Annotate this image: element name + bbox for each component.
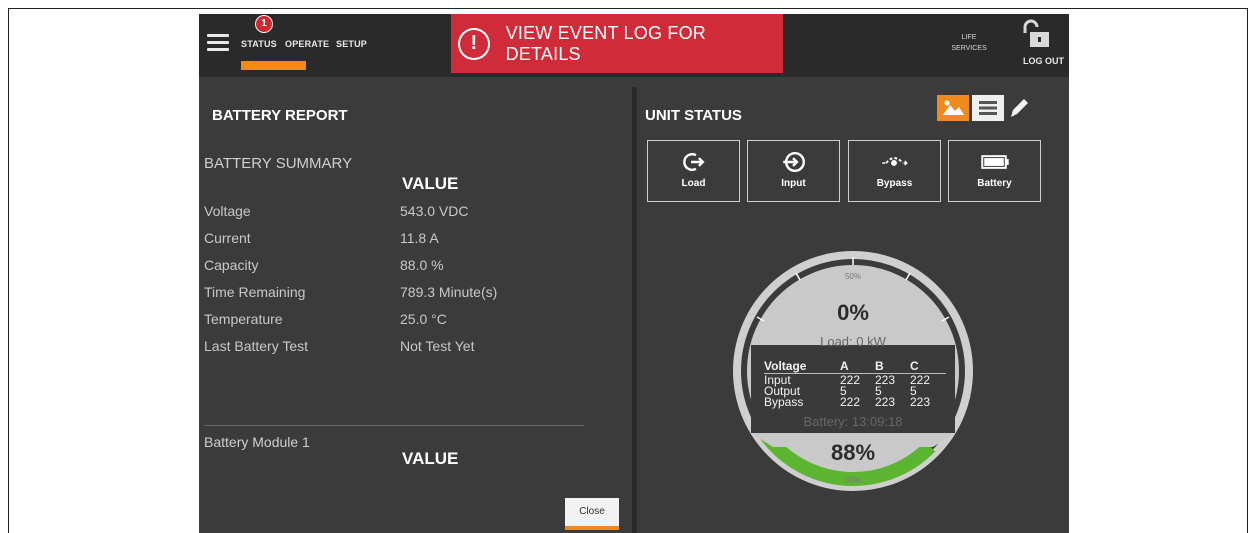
battery-button[interactable]: Battery bbox=[948, 140, 1041, 202]
status-alert-badge: 1 bbox=[255, 15, 273, 33]
row-label-temperature: Temperature bbox=[204, 311, 283, 327]
header-b: B bbox=[875, 359, 884, 373]
unit-status-panel: UNIT STATUS Load Input Bypass Battery 50… bbox=[637, 87, 1069, 533]
frame-border-right bbox=[1247, 8, 1248, 533]
unit-status-title: UNIT STATUS bbox=[645, 107, 742, 124]
value-header: VALUE bbox=[402, 174, 459, 193]
load-percent: 0% bbox=[837, 300, 869, 325]
module-value-header: VALUE bbox=[402, 449, 459, 468]
scale-label-bottom: 50% bbox=[845, 476, 861, 485]
voltage-table: Voltage A B C Input 222 223 222 Output 5… bbox=[764, 359, 946, 409]
ups-screen: STATUS 1 OPERATE SETUP ! VIEW EVENT LOG … bbox=[199, 14, 1069, 533]
battery-percent: 88% bbox=[830, 440, 876, 465]
row-name: Bypass bbox=[764, 395, 804, 409]
battery-module-title: Battery Module 1 bbox=[204, 434, 310, 450]
battery-label: Battery bbox=[977, 178, 1012, 189]
cell-c: 223 bbox=[910, 395, 931, 409]
cell-a: 222 bbox=[840, 395, 861, 409]
event-log-alert-banner[interactable]: ! VIEW EVENT LOG FOR DETAILS bbox=[451, 14, 783, 73]
close-button[interactable]: Close bbox=[565, 498, 619, 530]
view-toggle bbox=[937, 95, 1031, 123]
frame-border-left bbox=[8, 8, 9, 533]
row-label-current: Current bbox=[204, 230, 251, 246]
load-icon bbox=[683, 152, 705, 172]
battery-summary-title: BATTERY SUMMARY bbox=[204, 155, 353, 172]
alert-icon: ! bbox=[458, 27, 490, 60]
frame-border-top bbox=[9, 8, 1247, 9]
bypass-button[interactable]: Bypass bbox=[848, 140, 941, 202]
input-label: Input bbox=[781, 178, 806, 189]
load-label: Load bbox=[681, 178, 706, 189]
nav-setup[interactable]: SETUP bbox=[336, 39, 367, 49]
nav-active-indicator bbox=[241, 61, 306, 70]
list-view-icon[interactable] bbox=[972, 95, 1004, 121]
cell-b: 223 bbox=[875, 395, 896, 409]
life-services-link[interactable]: LIFE SERVICES bbox=[951, 32, 987, 54]
row-value-time-remaining: 789.3 Minute(s) bbox=[400, 284, 498, 300]
row-label-time-remaining: Time Remaining bbox=[204, 284, 306, 300]
load-button[interactable]: Load bbox=[647, 140, 740, 202]
row-label-last-test: Last Battery Test bbox=[204, 338, 309, 354]
load-kw: Load: 0 kW bbox=[820, 334, 886, 349]
graphic-view-icon[interactable] bbox=[937, 95, 969, 121]
logout-button[interactable]: LOG OUT bbox=[1023, 56, 1064, 66]
input-button[interactable]: Input bbox=[747, 140, 840, 202]
section-divider bbox=[204, 425, 584, 426]
nav-operate[interactable]: OPERATE bbox=[285, 39, 329, 49]
bypass-label: Bypass bbox=[876, 178, 913, 189]
header-a: A bbox=[840, 359, 849, 373]
table-row: Bypass 222 223 223 bbox=[764, 395, 946, 409]
row-value-temperature: 25.0 °C bbox=[400, 311, 447, 327]
battery-report-title: BATTERY REPORT bbox=[212, 107, 348, 124]
unlock-icon[interactable] bbox=[1017, 19, 1051, 49]
bypass-icon bbox=[882, 157, 908, 166]
nav-status[interactable]: STATUS bbox=[241, 39, 277, 49]
ups-gauge: 50% 50% 0% Load: 0 kW Voltage A B C Inpu… bbox=[733, 247, 973, 495]
header-c: C bbox=[910, 359, 919, 373]
row-value-voltage: 543.0 VDC bbox=[400, 203, 469, 219]
row-value-capacity: 88.0 % bbox=[400, 257, 444, 273]
alert-text: VIEW EVENT LOG FOR DETAILS bbox=[505, 22, 706, 64]
row-label-capacity: Capacity bbox=[204, 257, 259, 273]
row-value-last-test: Not Test Yet bbox=[400, 338, 475, 354]
row-label-voltage: Voltage bbox=[204, 203, 251, 219]
row-value-current: 11.8 A bbox=[400, 230, 439, 246]
input-icon bbox=[783, 151, 805, 173]
top-bar: STATUS 1 OPERATE SETUP ! VIEW EVENT LOG … bbox=[199, 14, 1069, 77]
battery-icon bbox=[981, 155, 1009, 169]
battery-report-panel: BATTERY REPORT BATTERY SUMMARY VALUE Vol… bbox=[199, 87, 632, 533]
menu-icon[interactable] bbox=[207, 34, 229, 52]
battery-runtime: Battery: 13:09:18 bbox=[803, 414, 903, 429]
edit-icon[interactable] bbox=[1007, 95, 1031, 121]
scale-label-top: 50% bbox=[845, 272, 861, 281]
header-voltage: Voltage bbox=[764, 359, 807, 373]
